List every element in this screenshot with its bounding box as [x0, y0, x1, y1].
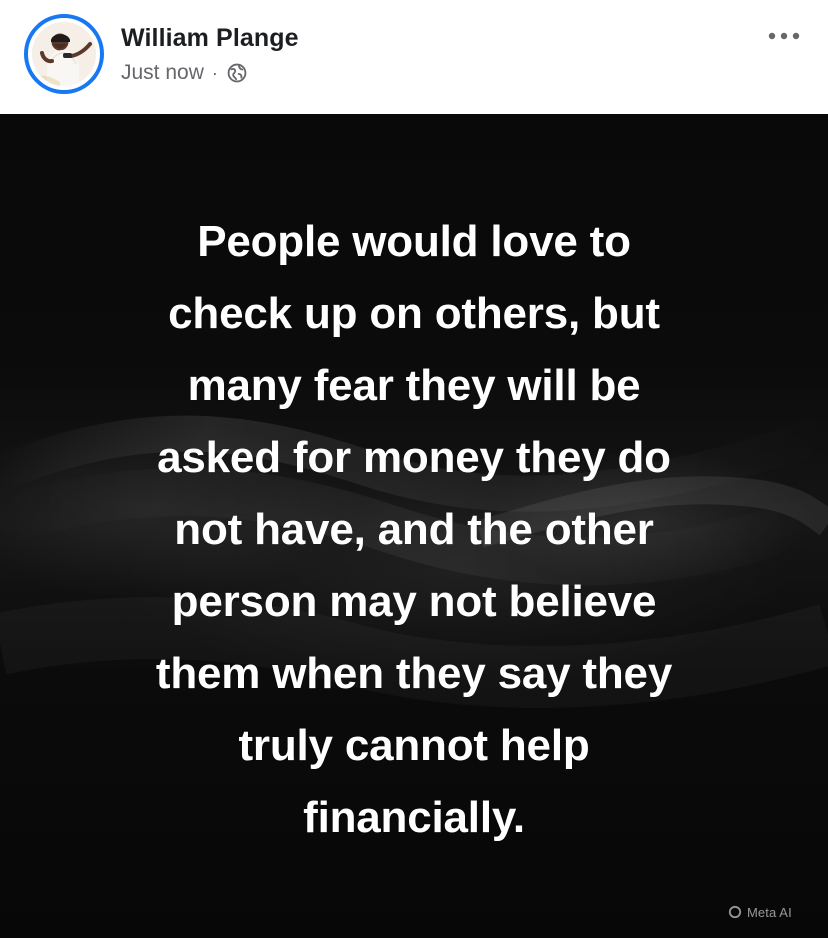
avatar[interactable]	[32, 22, 96, 86]
timestamp[interactable]: Just now	[121, 61, 204, 85]
more-options-button[interactable]	[760, 18, 808, 54]
more-options-icon	[768, 32, 800, 40]
user-avatar-photo-icon	[32, 22, 96, 86]
post-header: William Plange Just now ·	[0, 0, 828, 114]
post-meta-row: Just now ·	[121, 59, 248, 87]
author-name[interactable]: William Plange	[121, 24, 299, 53]
facebook-post: William Plange Just now · People would l…	[0, 0, 828, 938]
quote-card[interactable]: People would love to check up on others,…	[0, 114, 828, 938]
avatar-ring[interactable]	[24, 14, 104, 94]
quote-text: People would love to check up on others,…	[155, 217, 673, 842]
meta-ai-badge[interactable]: Meta AI	[728, 902, 792, 922]
meta-ai-label: Meta AI	[747, 904, 792, 920]
meta-separator: ·	[211, 63, 218, 83]
meta-ai-ring-icon	[728, 905, 742, 919]
globe-icon[interactable]	[226, 62, 248, 84]
